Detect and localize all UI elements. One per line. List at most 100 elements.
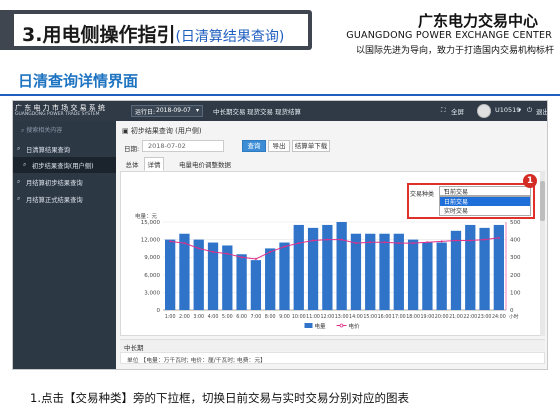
sidebar-item-preliminary-user[interactable]: ⌕ 初步结果查询(用户侧) [13, 157, 116, 173]
bar [436, 242, 447, 310]
slide-title-sub: (日清算结果查询) [175, 29, 285, 45]
breadcrumb-label: 初步结果查询 (用户侧) [130, 127, 202, 135]
x-tick-label: 13:00 [335, 314, 349, 320]
tab-price-adjustment[interactable]: 电量电价调整数据 [168, 157, 242, 171]
bar [165, 239, 176, 310]
tag-icon: ⌕ [17, 178, 21, 185]
trade-type-select[interactable]: 日前交易 ▾ [439, 186, 531, 196]
scrollbar[interactable] [540, 171, 545, 336]
sidebar-search[interactable]: ⌕ 搜索相关内容 [21, 125, 62, 135]
units-text: 单位 【电量：万千瓦时; 电价：厘/千瓦时; 电费：元】 [127, 358, 266, 364]
y-right-tick-label: 400 [510, 238, 521, 244]
x-tick-label: 24:00 [492, 314, 506, 320]
app-logo-en: GUANGDONG POWER TRADE SYSTEM [15, 112, 100, 117]
price-point [326, 238, 329, 241]
legend-swatch-bar [304, 323, 313, 328]
bar [265, 248, 276, 310]
scrollbar-thumb[interactable] [540, 181, 545, 221]
nav-mid-long-term[interactable]: 中长期交易 [213, 106, 246, 116]
sidebar-item-label: 月结算初步结果查询 [26, 180, 83, 187]
units-line: 单位 【电量：万千瓦时; 电价：厘/千瓦时; 电费：元】 [120, 352, 545, 364]
y-left-tick-label: 6,000 [144, 273, 160, 279]
tab-bar: 总体 详情 电量电价调整数据 [120, 157, 545, 171]
sidebar-item-monthly-formal[interactable]: ⌕ 月结算正式结果查询 [13, 191, 116, 207]
fullscreen-icon[interactable]: ⛶ [441, 106, 446, 115]
chevron-down-icon[interactable]: ▾ [518, 106, 521, 114]
logout-icon[interactable]: ⏻ [527, 106, 532, 115]
sidebar-item-daily-settlement[interactable]: ⌕ 日清算结果查询 [13, 141, 116, 157]
org-slogan: 以国际先进为导向，致力于打造国内交易机构标杆 [355, 46, 554, 56]
main-content: ▣ 初步结果查询 (用户侧) 日期: 2018-07-02 查询 导出 结算单下… [116, 121, 547, 369]
tab-detail[interactable]: 详情 [144, 157, 164, 171]
footnote: 1.点击【交易种类】旁的下拉框，切换日前交易与实时交易分别对应的图表 [30, 391, 409, 405]
tag-icon: ⌕ [23, 161, 27, 168]
bar [393, 233, 404, 310]
bar [279, 242, 290, 310]
option-real-time[interactable]: 实时交易 [440, 206, 530, 215]
price-point [497, 236, 500, 239]
sidebar-search-placeholder: 搜索相关内容 [26, 127, 63, 134]
nav-spot-trading[interactable]: 现货交易 [247, 106, 273, 116]
x-tick-label: 11:00 [306, 314, 320, 320]
query-button[interactable]: 查询 [242, 140, 266, 152]
x-tick-label: 23:00 [478, 314, 492, 320]
price-point [240, 256, 243, 259]
y-right-tick-label: 300 [510, 255, 521, 261]
avatar[interactable] [477, 104, 491, 118]
x-tick-label: 22:00 [463, 314, 477, 320]
x-tick-label: 6:00 [236, 314, 247, 320]
logout-button[interactable]: 退出 [536, 106, 547, 116]
x-tick-label: 4:00 [208, 314, 219, 320]
price-line [170, 237, 499, 260]
nav-spot-settlement[interactable]: 现货结算 [275, 106, 301, 116]
x-tick-label: 8:00 [265, 314, 276, 320]
x-tick-label: 20:00 [435, 314, 449, 320]
x-tick-label: 17:00 [392, 314, 406, 320]
run-date-value: 2018-09-07 [156, 107, 191, 114]
legend-label: 电量 [315, 322, 327, 330]
user-menu[interactable]: U10519 [495, 106, 520, 114]
export-button[interactable]: 导出 [268, 140, 290, 152]
y-right-tick-label: 500 [510, 220, 521, 226]
bar [322, 224, 333, 310]
bar [465, 224, 476, 310]
run-date-select[interactable]: 运行日: 2018-09-07 ▾ [131, 105, 203, 117]
tag-icon: ⌕ [17, 195, 21, 202]
price-point [340, 238, 343, 241]
fullscreen-button[interactable]: 全屏 [451, 106, 464, 116]
x-tick-label: 2:00 [179, 314, 190, 320]
y-left-axis-label: 电量：元 [135, 212, 158, 220]
price-point [254, 257, 257, 260]
trade-type-options: 日前交易 实时交易 [439, 196, 531, 216]
run-date-label: 运行日: [135, 109, 156, 116]
bar [379, 233, 390, 310]
option-day-ahead[interactable]: 日前交易 [440, 197, 530, 206]
price-point [212, 250, 215, 253]
price-point [397, 242, 400, 245]
breadcrumb: ▣ 初步结果查询 (用户侧) [122, 126, 202, 136]
price-point [269, 250, 272, 253]
section-title: 日清查询详情界面 [18, 72, 139, 90]
bar [250, 260, 262, 310]
tab-overall[interactable]: 总体 [122, 157, 142, 171]
bar [365, 233, 376, 310]
y-left-tick-label: 3,000 [144, 290, 160, 296]
sidebar-item-monthly-preliminary[interactable]: ⌕ 月结算初步结果查询 [13, 174, 116, 190]
sidebar-item-label: 初步结果查询(用户侧) [32, 163, 94, 170]
mid-long-term-section: 中长期 [120, 339, 545, 352]
x-tick-label: 3:00 [193, 314, 204, 320]
price-point [369, 241, 372, 244]
y-left-tick-label: 9,000 [144, 255, 160, 261]
legend-swatch-point [339, 323, 344, 328]
download-statement-button[interactable]: 结算单下载 [292, 140, 330, 152]
org-name-en: GUANGDONG POWER EXCHANGE CENTER [346, 30, 552, 41]
y-left-tick-label: 15,000 [141, 220, 161, 226]
x-tick-label: 21:00 [449, 314, 463, 320]
chevron-down-icon: ▾ [444, 187, 448, 194]
price-point [412, 242, 415, 245]
section-divider [0, 94, 560, 96]
x-tick-label: 15:00 [363, 314, 377, 320]
chart-panel: 0 3,000 6,000 9,000 12,000 15,000 0 100 200 300 40… [120, 171, 545, 336]
app-logo[interactable]: 广 东 电 力 市 场 交 易 系 统 GUANGDONG POWER TRAD… [15, 103, 115, 119]
date-input[interactable]: 2018-07-02 [142, 140, 224, 152]
